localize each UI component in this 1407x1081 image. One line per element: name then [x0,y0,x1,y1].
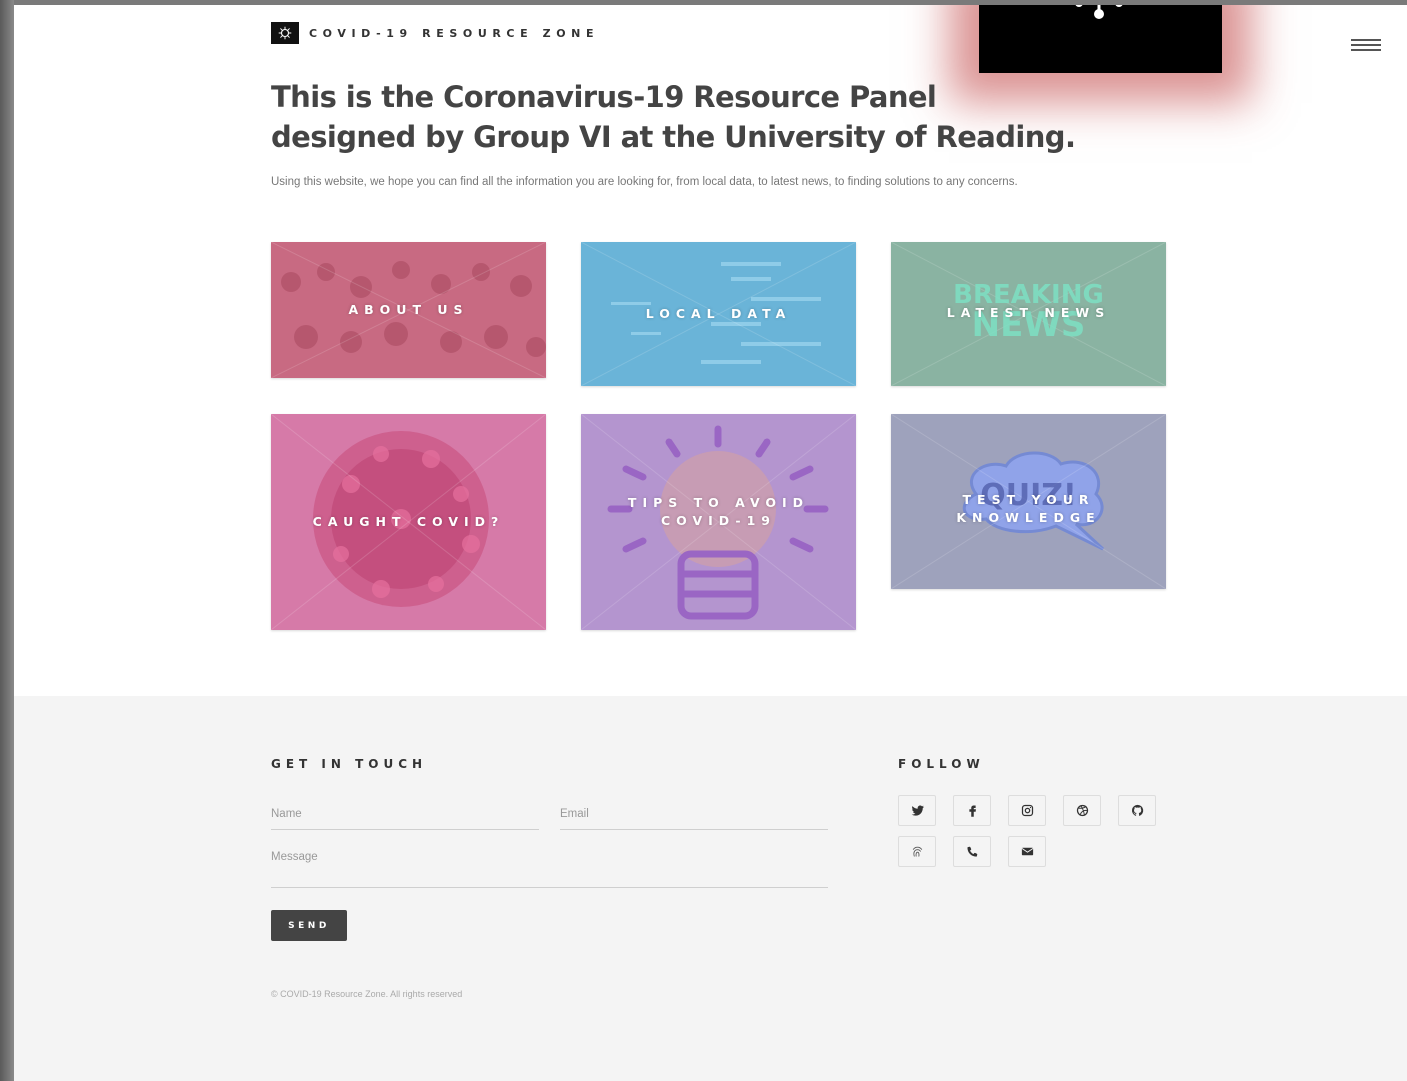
page-viewport: COVID-19 RESOURCE ZONE This is the Coron… [14,5,1407,1081]
tile-about-us[interactable]: ABOUT US [271,242,546,378]
hamburger-menu-icon[interactable] [1351,39,1381,53]
tile-label: TIPS TO AVOID COVID-19 [628,494,809,530]
circuit-icon [1075,5,1123,19]
virus-icon [271,22,299,44]
page-subtitle: Using this website, we hope you can find… [271,176,1018,188]
copyright: © COVID-19 Resource Zone. All rights res… [271,989,463,999]
tile-label: LATEST NEWS [946,305,1111,320]
footer: GET IN TOUCH FOLLOW Name Email Message S… [14,696,1407,1081]
tile-tips-to-avoid[interactable]: TIPS TO AVOID COVID-19 [581,414,856,630]
instagram-icon[interactable] [1008,795,1046,826]
page-title: This is the Coronavirus-19 Resource Pane… [271,77,1151,157]
tile-label: CAUGHT COVID? [312,514,505,529]
floating-black-panel [979,5,1222,73]
tile-label: TEST YOUR KNOWLEDGE [956,491,1100,527]
tile-local-data[interactable]: LOCAL DATA [581,242,856,386]
tile-caught-covid[interactable]: CAUGHT COVID? [271,414,546,630]
send-button[interactable]: SEND [271,910,347,941]
title-line-2: designed by Group VI at the University o… [271,120,1076,154]
tile-label: LOCAL DATA [645,306,792,321]
facebook-icon[interactable] [953,795,991,826]
tile-label-line-1: TIPS TO AVOID [627,495,810,510]
tile-label-line-1: TEST YOUR [962,491,1095,507]
dribbble-icon[interactable] [1063,795,1101,826]
contact-heading: GET IN TOUCH [271,757,428,771]
tile-test-knowledge[interactable]: QUIZ! TEST YOUR KNOWLEDGE [891,414,1166,589]
name-field[interactable]: Name [271,796,539,830]
tile-label-line-2: COVID-19 [661,513,776,528]
brand-name: COVID-19 RESOURCE ZONE [309,26,600,40]
window-left-edge [0,0,14,1081]
brand[interactable]: COVID-19 RESOURCE ZONE [271,22,599,44]
twitter-icon[interactable] [898,795,936,826]
phone-icon[interactable] [953,836,991,867]
tile-label-line-2: KNOWLEDGE [956,509,1101,525]
tile-label: ABOUT US [348,302,469,317]
tile-latest-news[interactable]: BREAKING NEWS LATEST NEWS [891,242,1166,386]
envelope-icon[interactable] [1008,836,1046,867]
github-icon[interactable] [1118,795,1156,826]
message-field[interactable]: Message [271,839,828,888]
follow-heading: FOLLOW [898,757,985,771]
title-line-1: This is the Coronavirus-19 Resource Pane… [271,80,937,114]
email-field[interactable]: Email [560,796,828,830]
fingerprint-icon[interactable] [898,836,936,867]
